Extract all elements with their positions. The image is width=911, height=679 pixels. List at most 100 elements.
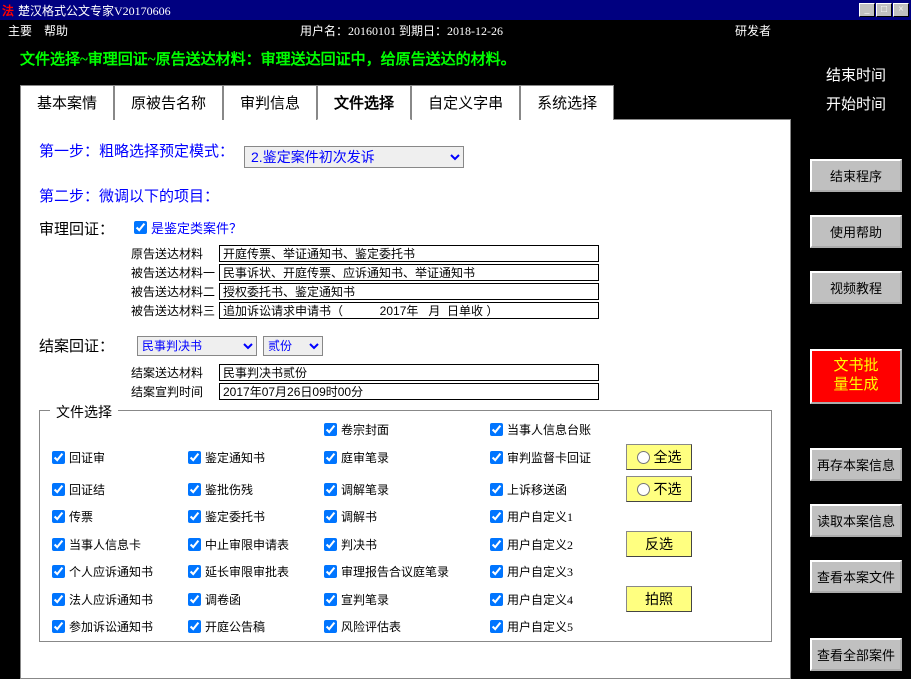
tabstrip: 基本案情原被告名称审判信息文件选择自定义字串系统选择: [20, 85, 791, 120]
titlebar: 法 楚汉格式公文专家V20170606 _ □ ×: [0, 0, 911, 20]
file-checkbox-1-3[interactable]: [490, 451, 503, 464]
sidebar: 结束时间 开始时间 结束程序 使用帮助 视频教程 文书批 量生成 再存本案信息 …: [801, 40, 911, 671]
file-checkbox-4-1[interactable]: [188, 538, 201, 551]
file-checkbox-3-1[interactable]: [188, 510, 201, 523]
closecase-doc-select[interactable]: 民事判决书: [137, 336, 257, 356]
tab-0[interactable]: 基本案情: [20, 85, 114, 120]
file-checkbox-5-0[interactable]: [52, 565, 65, 578]
file-checkbox-2-3[interactable]: [490, 483, 503, 496]
closecase-section-label: 结案回证：: [39, 335, 131, 356]
file-checkbox-4-3[interactable]: [490, 538, 503, 551]
file-checkbox-0-3[interactable]: [490, 423, 503, 436]
file-checkbox-2-2[interactable]: [324, 483, 337, 496]
file-checkbox-6-3[interactable]: [490, 593, 503, 606]
menu-help[interactable]: 帮助: [44, 22, 68, 39]
select-none-radio[interactable]: [637, 483, 650, 496]
viewfiles-button[interactable]: 查看本案文件: [810, 560, 902, 593]
trial-field-input-3[interactable]: [219, 302, 599, 319]
file-checkbox-label-6-1: 调卷函: [205, 591, 241, 608]
file-checkbox-2-1[interactable]: [188, 483, 201, 496]
file-checkbox-label-1-1: 鉴定通知书: [205, 449, 265, 466]
file-checkbox-3-2[interactable]: [324, 510, 337, 523]
tab-2[interactable]: 审判信息: [223, 85, 317, 120]
file-checkbox-6-0[interactable]: [52, 593, 65, 606]
file-checkbox-1-0[interactable]: [52, 451, 65, 464]
closecase-copies-select[interactable]: 贰份: [263, 336, 323, 356]
fileselect-legend: 文件选择: [50, 402, 118, 422]
tab-1[interactable]: 原被告名称: [114, 85, 223, 120]
file-checkbox-4-0[interactable]: [52, 538, 65, 551]
end-program-button[interactable]: 结束程序: [810, 159, 902, 192]
trial-field-label-1: 被告送达材料一: [131, 264, 219, 281]
file-checkbox-label-4-0: 当事人信息卡: [69, 536, 141, 553]
tab-5[interactable]: 系统选择: [520, 85, 614, 120]
file-checkbox-label-6-3: 用户自定义4: [507, 591, 573, 608]
file-checkbox-5-1[interactable]: [188, 565, 201, 578]
step1-label: 第一步：粗略选择预定模式：: [39, 140, 234, 161]
maximize-button[interactable]: □: [876, 3, 892, 17]
video-button[interactable]: 视频教程: [810, 271, 902, 304]
close-button[interactable]: ×: [893, 3, 909, 17]
file-checkbox-label-1-0: 回证审: [69, 449, 105, 466]
file-checkbox-label-2-3: 上诉移送函: [507, 481, 567, 498]
file-checkbox-label-5-0: 个人应诉通知书: [69, 563, 153, 580]
file-checkbox-label-4-3: 用户自定义2: [507, 536, 573, 553]
select-none-button[interactable]: 不选: [626, 476, 692, 502]
file-checkbox-1-2[interactable]: [324, 451, 337, 464]
viewall-button[interactable]: 查看全部案件: [810, 638, 902, 671]
trial-field-input-2[interactable]: [219, 283, 599, 300]
trial-field-label-0: 原告送达材料: [131, 245, 219, 262]
file-checkbox-label-7-0: 参加诉讼通知书: [69, 618, 153, 635]
file-checkbox-label-5-1: 延长审限审批表: [205, 563, 289, 580]
file-checkbox-0-2[interactable]: [324, 423, 337, 436]
file-checkbox-1-1[interactable]: [188, 451, 201, 464]
minimize-button[interactable]: _: [859, 3, 875, 17]
menubar: 主要 帮助 用户名：20160101 到期日：2018-12-26 研发者: [0, 20, 911, 40]
file-checkbox-7-1[interactable]: [188, 620, 201, 633]
file-checkbox-label-3-3: 用户自定义1: [507, 508, 573, 525]
photo-button[interactable]: 拍照: [626, 586, 692, 612]
resave-button[interactable]: 再存本案信息: [810, 448, 902, 481]
file-checkbox-3-3[interactable]: [490, 510, 503, 523]
mode-select[interactable]: 2.鉴定案件初次发诉: [244, 146, 464, 168]
close-field-label-1: 结案宣判时间: [131, 383, 219, 400]
file-checkbox-label-4-2: 判决书: [341, 536, 377, 553]
file-checkbox-3-0[interactable]: [52, 510, 65, 523]
is-appraisal-label: 是鉴定类案件？: [151, 218, 242, 237]
file-checkbox-6-2[interactable]: [324, 593, 337, 606]
start-time-label: 开始时间: [826, 93, 886, 114]
tab-3[interactable]: 文件选择: [317, 85, 411, 120]
generate-docs-button[interactable]: 文书批 量生成: [810, 349, 902, 404]
menu-main[interactable]: 主要: [8, 22, 32, 39]
help-button[interactable]: 使用帮助: [810, 215, 902, 248]
file-checkbox-label-2-0: 回证结: [69, 481, 105, 498]
select-all-radio[interactable]: [637, 451, 650, 464]
file-checkbox-4-2[interactable]: [324, 538, 337, 551]
select-all-button[interactable]: 全选: [626, 444, 692, 470]
tab-4[interactable]: 自定义字串: [411, 85, 520, 120]
file-checkbox-label-5-2: 审理报告合议庭笔录: [341, 563, 449, 580]
file-checkbox-label-6-2: 宣判笔录: [341, 591, 389, 608]
trial-field-input-0[interactable]: [219, 245, 599, 262]
trial-field-input-1[interactable]: [219, 264, 599, 281]
window-title: 楚汉格式公文专家V20170606: [18, 2, 859, 19]
file-checkbox-label-2-2: 调解笔录: [341, 481, 389, 498]
close-field-input-0[interactable]: [219, 364, 599, 381]
invert-selection-button[interactable]: 反选: [626, 531, 692, 557]
file-checkbox-7-0[interactable]: [52, 620, 65, 633]
file-checkbox-6-1[interactable]: [188, 593, 201, 606]
file-checkbox-7-2[interactable]: [324, 620, 337, 633]
load-button[interactable]: 读取本案信息: [810, 504, 902, 537]
close-field-input-1[interactable]: [219, 383, 599, 400]
trial-field-label-2: 被告送达材料二: [131, 283, 219, 300]
file-checkbox-5-2[interactable]: [324, 565, 337, 578]
file-checkbox-5-3[interactable]: [490, 565, 503, 578]
file-checkbox-label-2-1: 鉴批伤残: [205, 481, 253, 498]
file-checkbox-7-3[interactable]: [490, 620, 503, 633]
step2-label: 第二步：微调以下的项目：: [39, 185, 772, 206]
file-checkbox-label-0-3: 当事人信息台账: [507, 421, 591, 438]
file-checkbox-2-0[interactable]: [52, 483, 65, 496]
trial-field-label-3: 被告送达材料三: [131, 302, 219, 319]
file-checkbox-label-3-0: 传票: [69, 508, 93, 525]
is-appraisal-checkbox[interactable]: [134, 221, 147, 234]
